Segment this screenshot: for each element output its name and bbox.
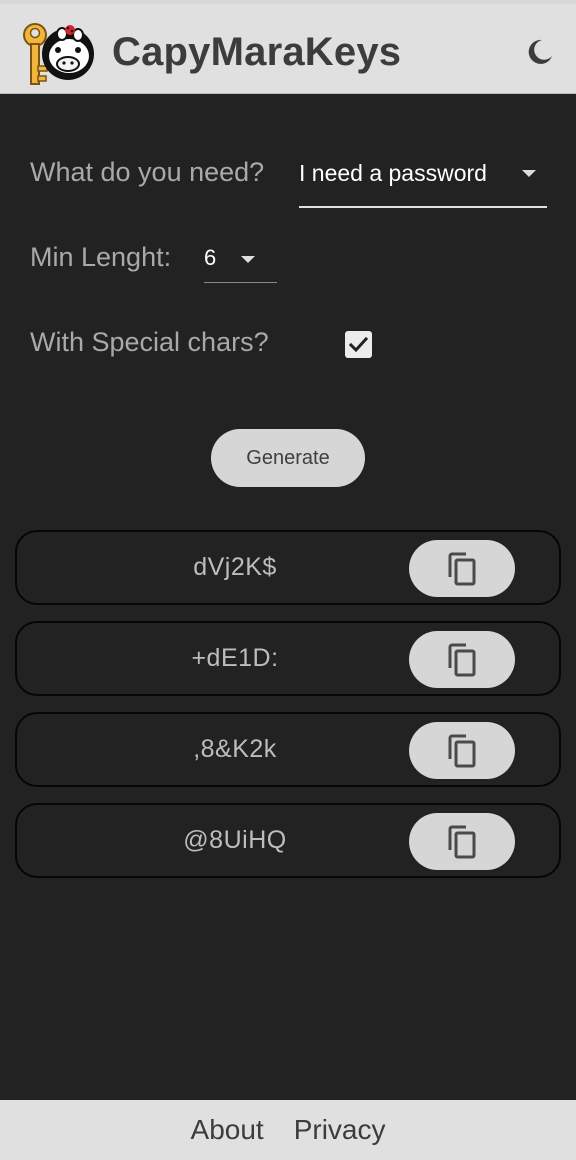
privacy-link[interactable]: Privacy — [294, 1114, 386, 1146]
password-text: ,8&K2k — [193, 735, 277, 763]
status-bar-strip — [0, 0, 576, 4]
app-title: CapyMaraKeys — [112, 30, 402, 74]
copy-button[interactable] — [409, 813, 515, 870]
copy-button[interactable] — [409, 722, 515, 779]
need-type-value: I need a password — [299, 160, 487, 186]
about-link[interactable]: About — [191, 1114, 264, 1146]
min-length-dropdown[interactable]: 6 — [204, 240, 277, 283]
need-label: What do you need? — [30, 157, 265, 187]
password-text: +dE1D: — [191, 644, 279, 672]
dropdown-arrow-icon — [241, 256, 255, 263]
checkmark-icon — [348, 336, 369, 353]
min-length-label: Min Lenght: — [30, 242, 172, 272]
copy-button[interactable] — [409, 631, 515, 688]
footer: About Privacy — [0, 1100, 576, 1160]
dropdown-arrow-icon — [522, 170, 536, 177]
theme-toggle-button[interactable] — [522, 34, 558, 70]
copy-icon — [448, 825, 476, 858]
capybara-key-logo-icon — [23, 23, 94, 85]
password-result-row: ,8&K2k — [15, 712, 561, 787]
min-length-value: 6 — [204, 245, 217, 270]
password-result-row: dVj2K$ — [15, 530, 561, 605]
moon-icon — [528, 39, 552, 64]
password-result-row: +dE1D: — [15, 621, 561, 696]
copy-button[interactable] — [409, 540, 515, 597]
copy-icon — [448, 734, 476, 767]
password-text: dVj2K$ — [193, 553, 277, 581]
generate-button[interactable]: Generate — [211, 429, 365, 487]
special-chars-label: With Special chars? — [30, 327, 269, 357]
capybara-icon — [42, 25, 94, 80]
copy-icon — [448, 643, 476, 676]
copy-icon — [448, 552, 476, 585]
app-bar: CapyMaraKeys — [0, 0, 576, 94]
need-type-dropdown[interactable]: I need a password — [299, 152, 547, 208]
password-result-row: @8UiHQ — [15, 803, 561, 878]
password-text: @8UiHQ — [183, 826, 287, 854]
special-chars-checkbox[interactable] — [345, 331, 372, 358]
